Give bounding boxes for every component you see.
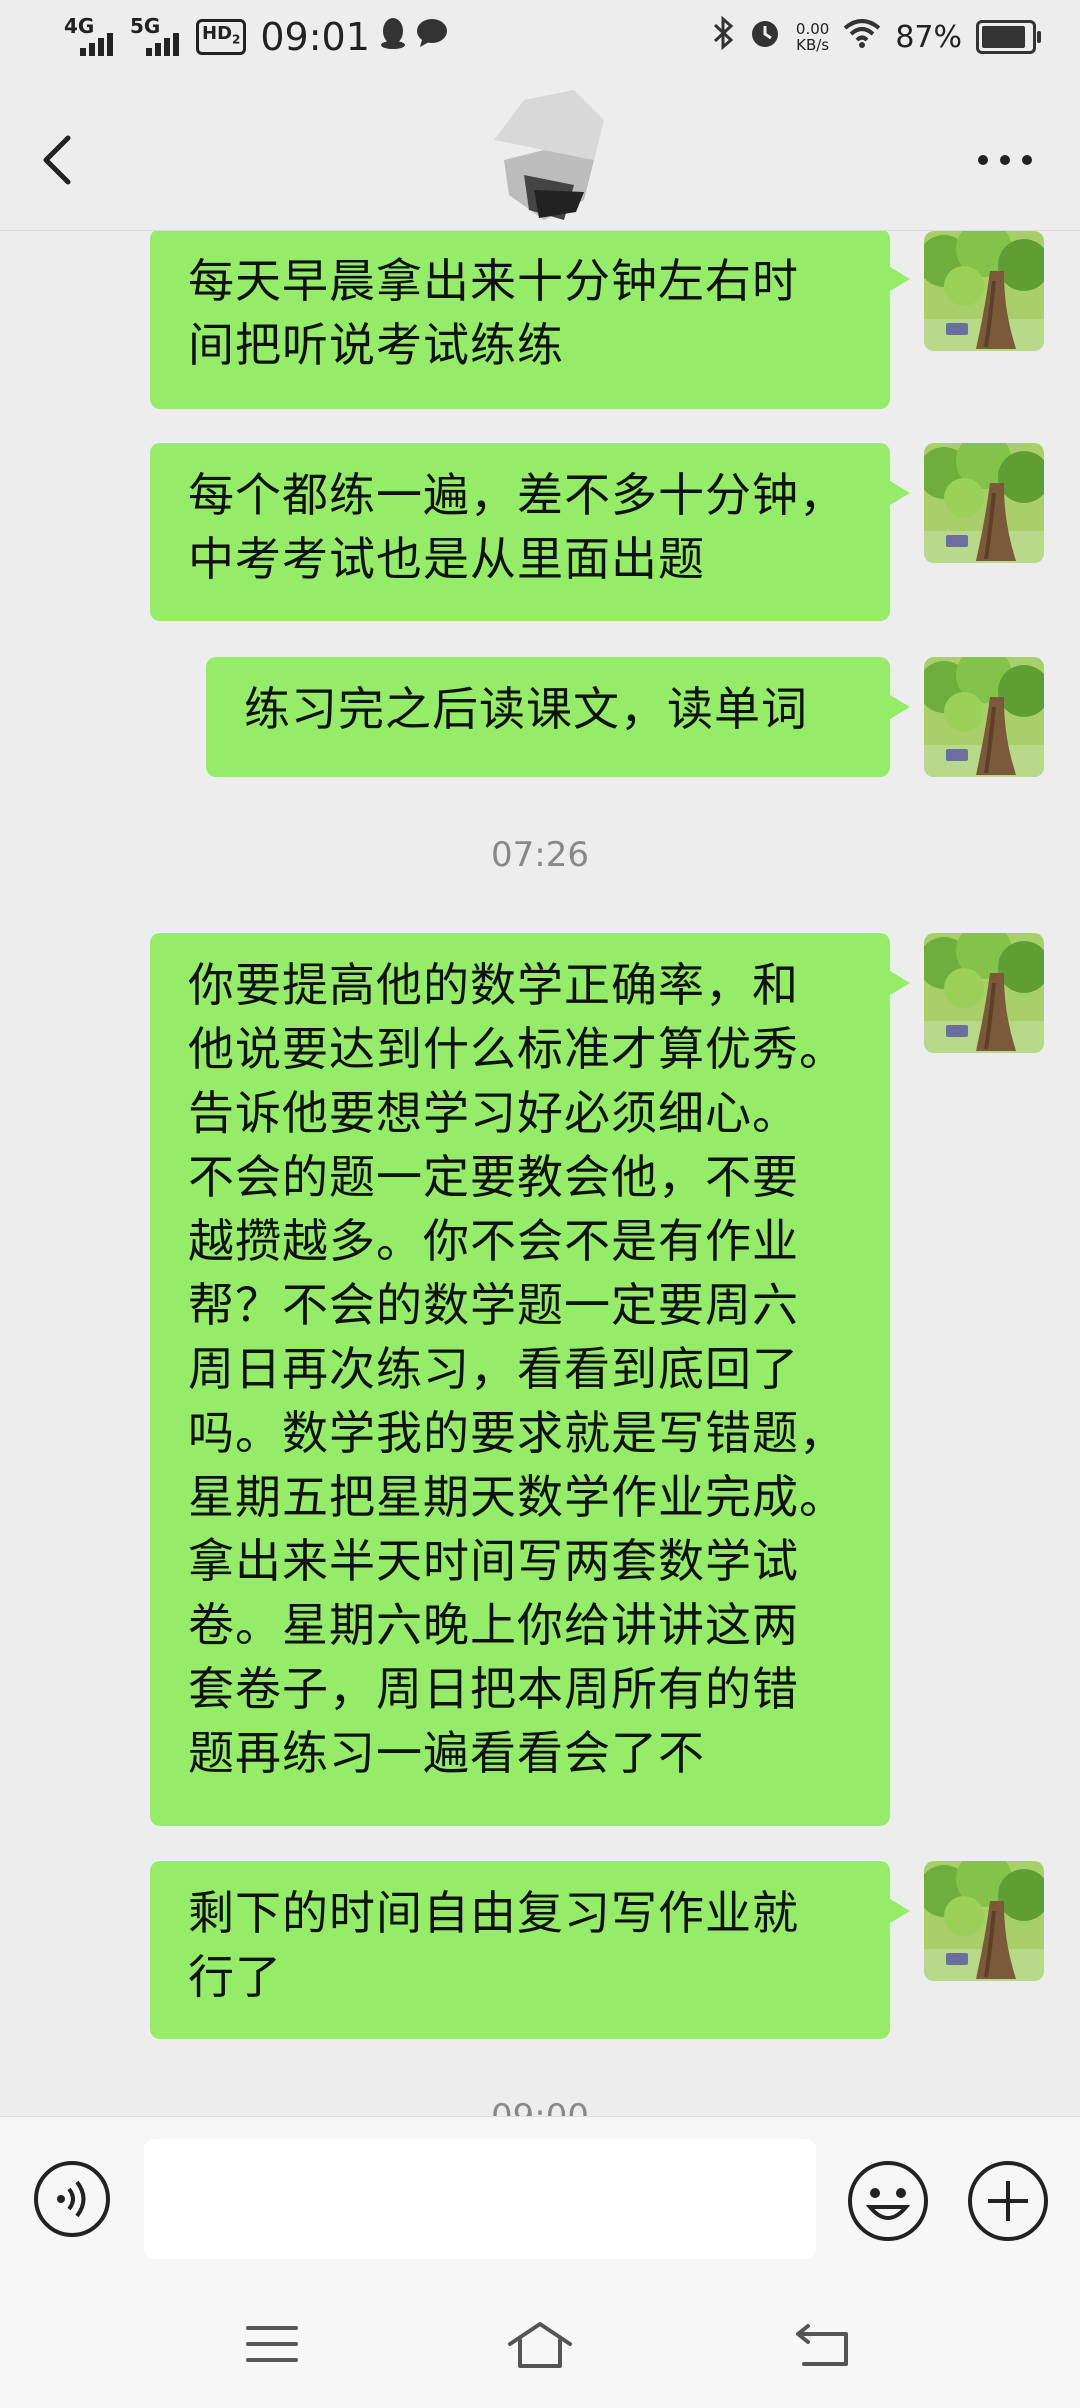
message-input[interactable]	[144, 2139, 816, 2259]
message-bubble[interactable]: 你要提高他的数学正确率，和 他说要达到什么标准才算优秀。 告诉他要想学习好必须细心…	[150, 933, 910, 1826]
hd-voice-badge: HD2	[196, 19, 247, 55]
alarm-icon	[748, 16, 782, 58]
message-bubble[interactable]: 练习完之后读课文，读单词	[206, 657, 910, 777]
message-bubble[interactable]: 每个都练一遍，差不多十分钟， 中考考试也是从里面出题	[150, 443, 910, 621]
message-bubble[interactable]: 每天早晨拿出来十分钟左右时 间把听说考试练练	[150, 231, 910, 409]
battery-icon	[976, 20, 1041, 54]
message-bubble[interactable]: 剩下的时间自由复习写作业就 行了	[150, 1861, 910, 2039]
voice-icon[interactable]	[32, 2159, 112, 2239]
qq-penguin-icon	[380, 17, 406, 57]
message-timestamp: 09:00	[0, 2097, 1080, 2116]
status-bar: 4G 5G HD2 09:01 0.00 KB/s 87%	[0, 0, 1080, 80]
signal-5g-icon: 5G	[130, 14, 186, 60]
plus-icon[interactable]	[966, 2159, 1050, 2243]
home-icon[interactable]	[500, 2314, 580, 2374]
wifi-icon	[843, 18, 881, 56]
input-bar	[0, 2116, 1080, 2285]
chat-bubble-icon	[416, 18, 448, 56]
status-time: 09:01	[260, 15, 370, 59]
emoji-icon[interactable]	[846, 2159, 930, 2243]
more-dots-icon[interactable]	[970, 148, 1040, 172]
back-arrow-icon[interactable]	[32, 120, 92, 200]
battery-percent: 87%	[895, 19, 962, 55]
message-list[interactable]: 每天早晨拿出来十分钟左右时 间把听说考试练练 每个都练一遍，差不多十分钟， 中考考试…	[0, 231, 1080, 2116]
menu-icon[interactable]	[232, 2314, 312, 2374]
user-avatar[interactable]	[924, 933, 1044, 1053]
network-speed: 0.00 KB/s	[795, 20, 830, 54]
user-avatar[interactable]	[924, 657, 1044, 777]
contact-avatar[interactable]	[484, 80, 614, 230]
user-avatar[interactable]	[924, 443, 1044, 563]
message-timestamp: 07:26	[491, 835, 589, 875]
system-nav-bar	[0, 2284, 1080, 2408]
chat-header	[0, 80, 1080, 231]
signal-4g-icon: 4G	[64, 14, 120, 60]
bluetooth-icon	[712, 15, 734, 58]
user-avatar[interactable]	[924, 231, 1044, 351]
user-avatar[interactable]	[924, 1861, 1044, 1981]
back-icon[interactable]	[784, 2314, 864, 2374]
